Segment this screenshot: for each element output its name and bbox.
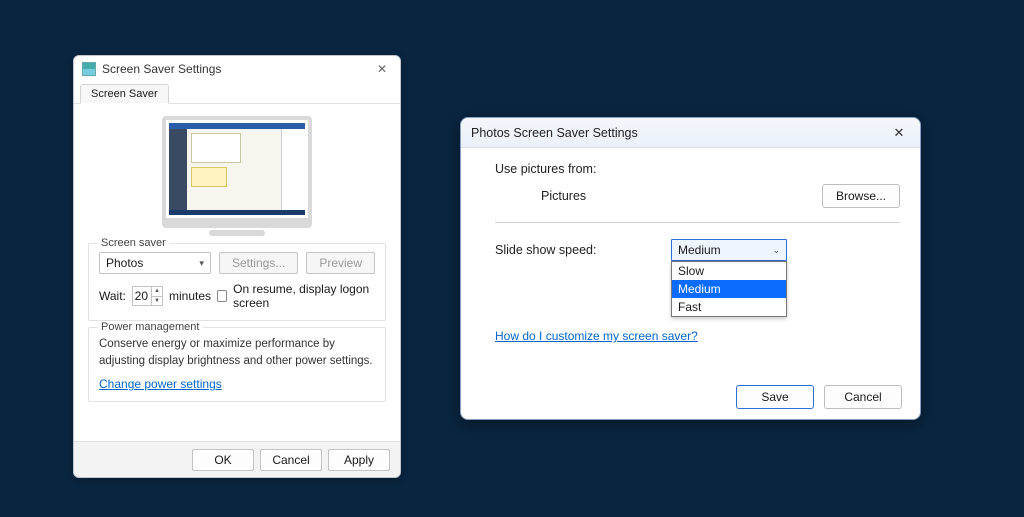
wait-unit: minutes <box>169 289 211 303</box>
power-management-group: Power management Conserve energy or maxi… <box>88 327 386 402</box>
screensaver-select-value: Photos <box>106 256 143 270</box>
speed-option-slow[interactable]: Slow <box>672 262 786 280</box>
dialog1-button-bar: OK Cancel Apply <box>74 441 400 477</box>
dialog1-tabstrip: Screen Saver <box>74 82 400 104</box>
apply-button[interactable]: Apply <box>328 449 390 471</box>
cancel-button[interactable]: Cancel <box>260 449 322 471</box>
dialog1-title: Screen Saver Settings <box>102 62 221 76</box>
power-management-legend: Power management <box>97 321 203 333</box>
help-link[interactable]: How do I customize my screen saver? <box>495 329 900 343</box>
wait-label: Wait: <box>99 289 126 303</box>
slide-speed-select[interactable]: Medium ⌄ <box>671 239 787 261</box>
cancel-button[interactable]: Cancel <box>824 385 902 409</box>
power-management-text: Conserve energy or maximize performance … <box>99 336 375 369</box>
browse-button[interactable]: Browse... <box>822 184 900 208</box>
speed-option-fast[interactable]: Fast <box>672 298 786 316</box>
screen-saver-group: Screen saver Photos ▾ Settings... Previe… <box>88 243 386 321</box>
resume-logon-checkbox[interactable] <box>217 290 227 302</box>
speed-option-medium[interactable]: Medium <box>672 280 786 298</box>
photos-screen-saver-settings-dialog: Photos Screen Saver Settings ✕ Use pictu… <box>460 117 921 420</box>
slide-speed-value: Medium <box>678 243 721 257</box>
dialog2-button-bar: Save Cancel <box>461 375 920 419</box>
screen-saver-legend: Screen saver <box>97 237 170 249</box>
pictures-from-label: Use pictures from: <box>495 162 900 176</box>
wait-spinner[interactable]: 20 ▲▼ <box>132 286 163 306</box>
spinner-down-icon[interactable]: ▼ <box>152 297 162 306</box>
spinner-up-icon[interactable]: ▲ <box>152 287 162 297</box>
pictures-value: Pictures <box>541 189 822 203</box>
wait-value: 20 <box>133 287 151 305</box>
chevron-down-icon: ⌄ <box>772 245 780 256</box>
close-icon[interactable]: ✕ <box>372 62 392 76</box>
slide-speed-dropdown[interactable]: Slow Medium Fast <box>671 261 787 317</box>
dialog2-title: Photos Screen Saver Settings <box>471 126 638 140</box>
change-power-settings-link[interactable]: Change power settings <box>99 377 375 391</box>
screensaver-select[interactable]: Photos ▾ <box>99 252 211 274</box>
settings-button[interactable]: Settings... <box>219 252 298 274</box>
chevron-down-icon: ▾ <box>199 258 204 269</box>
screen-saver-settings-dialog: Screen Saver Settings ✕ Screen Saver <box>73 55 401 478</box>
screensaver-preview <box>88 112 386 237</box>
dialog1-icon <box>82 62 96 76</box>
divider <box>495 222 900 223</box>
ok-button[interactable]: OK <box>192 449 254 471</box>
resume-logon-label: On resume, display logon screen <box>233 282 375 310</box>
preview-button[interactable]: Preview <box>306 252 375 274</box>
tab-screen-saver[interactable]: Screen Saver <box>80 84 169 104</box>
dialog2-titlebar[interactable]: Photos Screen Saver Settings ✕ <box>461 118 920 148</box>
close-icon[interactable]: ✕ <box>888 125 910 141</box>
dialog1-titlebar[interactable]: Screen Saver Settings ✕ <box>74 56 400 82</box>
slide-speed-label: Slide show speed: <box>495 243 671 257</box>
save-button[interactable]: Save <box>736 385 814 409</box>
